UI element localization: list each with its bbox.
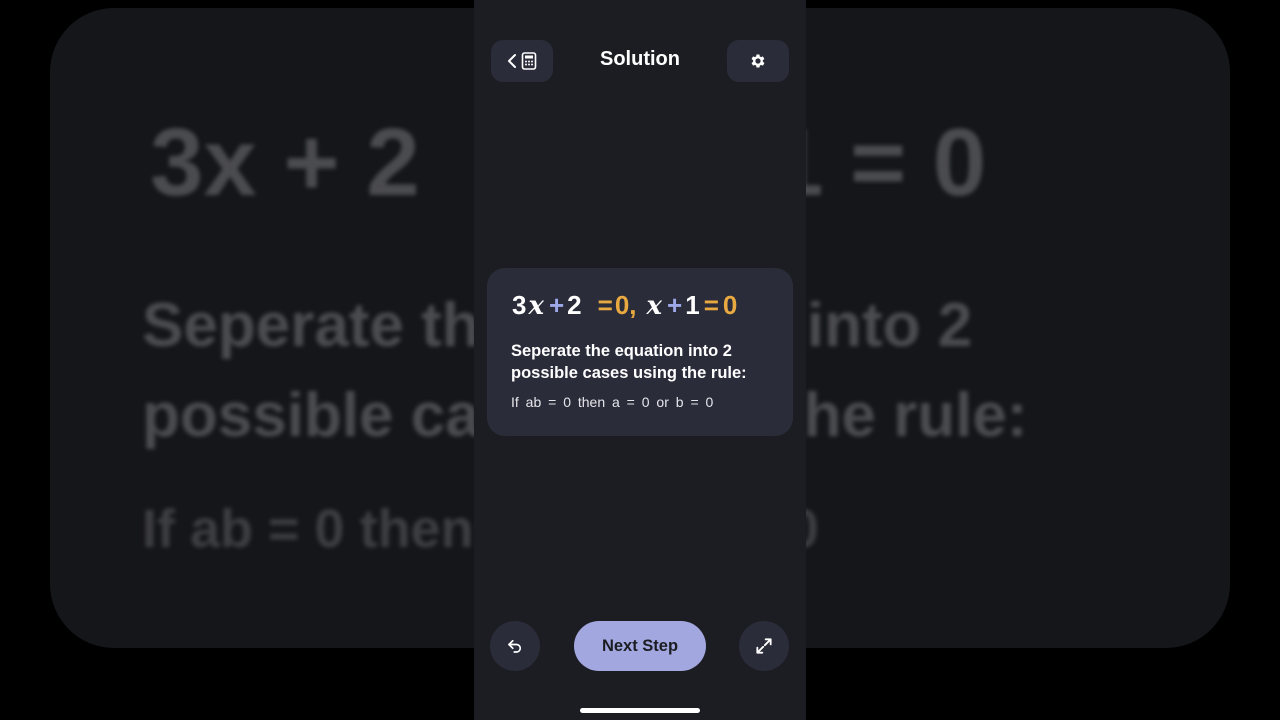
settings-button[interactable] (727, 40, 789, 82)
background-equation-left: 3x + 2 (150, 109, 420, 216)
home-indicator[interactable] (580, 708, 700, 713)
expand-button[interactable] (739, 621, 789, 671)
step-equation: 3 x + 2 = 0 , x + 1 = 0 (512, 290, 737, 321)
equation-zero-2: 0 (722, 290, 738, 320)
equation-coefficient: 3 (512, 290, 527, 320)
equation-variable-2: x (646, 291, 663, 321)
equation-variable: x (528, 291, 544, 321)
equation-equals: = (597, 290, 613, 320)
next-step-button[interactable]: Next Step (574, 621, 706, 671)
undo-button[interactable] (490, 621, 540, 671)
equation-plus: + (548, 290, 565, 320)
solution-step-card: 3 x + 2 = 0 , x + 1 = 0 Seperate the equ… (487, 268, 793, 436)
equation-equals-2: = (703, 290, 719, 320)
phone-screen: Solution 3 x + 2 = 0 , x + 1 = 0 Seperat… (474, 0, 806, 720)
equation-zero: 0 (614, 290, 630, 320)
step-description: Seperate the equation into 2 possible ca… (511, 342, 747, 382)
equation-constant: 2 (567, 290, 582, 320)
undo-icon (508, 639, 522, 653)
expand-icon (756, 638, 772, 654)
equation-comma: , (629, 290, 637, 320)
equation-plus-2: + (667, 290, 683, 320)
gear-icon (751, 54, 765, 68)
step-rule: If ab = 0 then a = 0 or b = 0 (511, 394, 714, 410)
equation-constant-2: 1 (685, 290, 700, 320)
